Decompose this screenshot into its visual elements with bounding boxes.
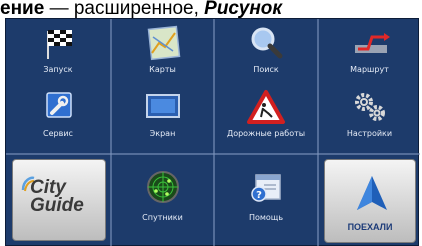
menu-item-label: Поиск [253,65,279,74]
menu-item-label: Экран [149,129,176,138]
help-window-icon: ? [251,174,281,202]
gears-icon [354,93,385,121]
city-guide-button[interactable]: City Guide [12,159,106,241]
menu-item-service[interactable]: Сервис [6,83,110,153]
menu-item-road-works[interactable]: Дорожные работы [215,83,317,153]
menu-item-label: Маршрут [350,65,389,74]
menu-item-help[interactable]: ? Помощь [215,155,317,246]
menu-item-label: Дорожные работы [226,129,306,138]
go-button-label: ПОЕХАЛИ [347,222,393,232]
menu-item-label: Карты [149,65,176,74]
caption-part-3: Рисунок [204,0,283,19]
menu-item-label: Сервис [43,129,73,138]
satellite-radar-icon [146,171,179,203]
menu-item-screen[interactable]: Экран [112,83,213,153]
menu-item-label: Спутники [142,213,183,222]
navigator-main-menu: Запуск Карты Поиск Маршрут Сервис Экран … [5,18,420,246]
menu-item-start[interactable]: Запуск [6,19,110,81]
go-button[interactable]: ПОЕХАЛИ [324,159,416,243]
svg-text:?: ? [256,190,262,201]
navigation-arrow-icon [357,176,387,210]
grid-divider [6,153,420,155]
screen-icon [145,94,180,118]
map-icon [147,25,180,61]
menu-item-maps[interactable]: Карты [112,19,213,81]
city-guide-line2: Guide [30,195,84,216]
menu-item-label: Запуск [43,65,73,74]
menu-item-label: Помощь [248,213,284,222]
wrench-icon [46,92,72,118]
road-works-sign-icon [247,90,285,124]
caption-part-2: — расширенное, [44,0,205,19]
menu-item-settings[interactable]: Настройки [319,83,420,153]
menu-item-route[interactable]: Маршрут [319,19,420,81]
checkered-flag-icon [47,30,72,59]
menu-item-label: Настройки [346,129,393,138]
magnifier-icon [251,27,283,59]
city-guide-logo: City Guide [30,178,84,216]
caption-part-1: ение [0,0,45,19]
menu-item-satellites[interactable]: Спутники [112,155,213,246]
route-icon [354,33,390,53]
document-caption: ение — расширенное, Рисунок [0,0,422,20]
menu-item-search[interactable]: Поиск [215,19,317,81]
